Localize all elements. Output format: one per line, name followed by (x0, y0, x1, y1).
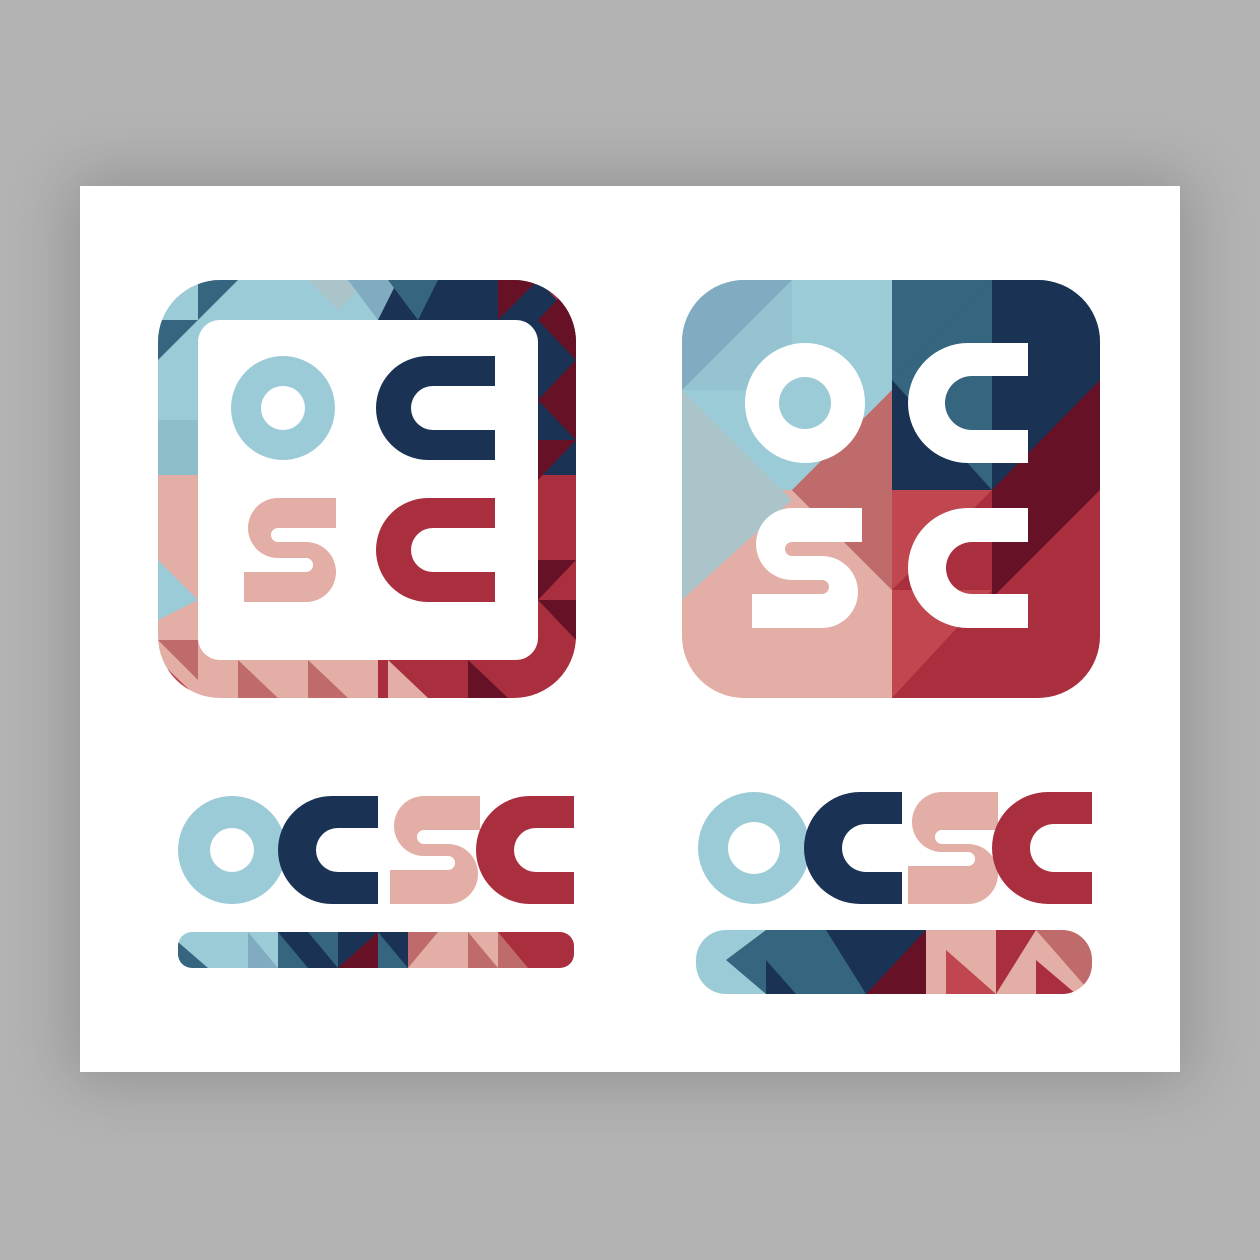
letter-c (278, 796, 378, 904)
nj-mosaic-bar (696, 930, 1092, 994)
letter-s (390, 796, 480, 904)
mosaic-strip (178, 932, 574, 968)
logo-framed-square (158, 280, 576, 698)
artboard (0, 0, 1260, 1260)
letter-o (231, 356, 335, 460)
letter-c (804, 792, 902, 904)
logo-sheet-card (80, 186, 1180, 1072)
letter-o (698, 792, 810, 904)
letter-o (745, 343, 865, 463)
letter-s (244, 498, 336, 602)
logo-wordmark-nj (696, 792, 1092, 994)
letter-o (178, 796, 286, 904)
logo-solid-square (682, 280, 1100, 698)
letter-c-2 (992, 792, 1092, 904)
mosaic-background (682, 280, 1100, 698)
logo-wordmark-strip (178, 796, 574, 968)
letter-c-2 (476, 796, 574, 904)
letter-s (908, 792, 998, 904)
letter-s (752, 508, 862, 628)
